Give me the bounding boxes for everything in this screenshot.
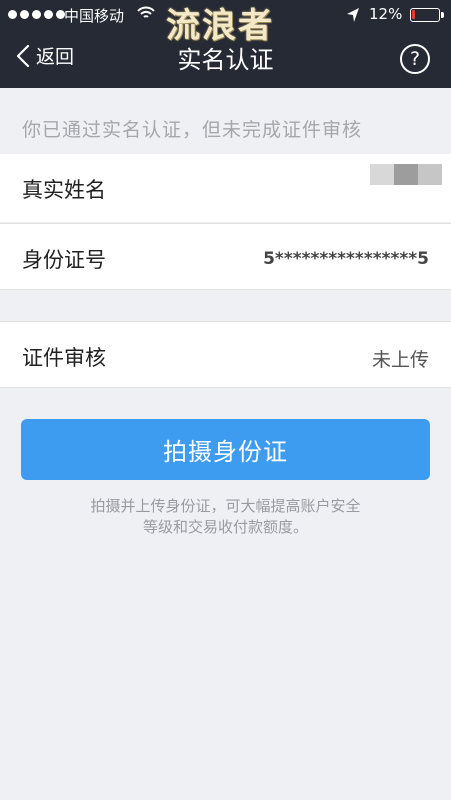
back-label: 返回 bbox=[36, 46, 75, 68]
battery-icon bbox=[410, 8, 440, 22]
verification-notice: 你已通过实名认证，但未完成证件审核 bbox=[22, 119, 363, 141]
row-real-name: 真实姓名 bbox=[0, 154, 451, 222]
battery-percent: 12% bbox=[369, 5, 403, 23]
real-name-label: 真实姓名 bbox=[22, 178, 106, 202]
row-document-review[interactable]: 证件审核 未上传 bbox=[0, 321, 451, 388]
document-review-status: 未上传 bbox=[371, 349, 429, 371]
id-number-value: 5****************5 bbox=[263, 249, 429, 269]
real-name-mosaic bbox=[370, 164, 442, 185]
battery-level bbox=[412, 10, 415, 19]
screen: 中国移动 流浪者 12% 返回 实名认证 ? 你已通过实名认证，但未完成证件审核… bbox=[0, 0, 451, 800]
carrier-name: 中国移动 bbox=[64, 7, 125, 25]
location-arrow-icon bbox=[346, 7, 360, 27]
header: 中国移动 流浪者 12% 返回 实名认证 ? bbox=[0, 0, 451, 88]
row-id-number: 身份证号 5****************5 bbox=[0, 223, 451, 290]
id-number-label: 身份证号 bbox=[22, 248, 106, 272]
hint-text-line1: 拍摄并上传身份证，可大幅提高账户安全 bbox=[90, 497, 361, 515]
signal-icon bbox=[8, 10, 65, 19]
back-button[interactable]: 返回 bbox=[16, 42, 74, 69]
status-bar: 中国移动 流浪者 12% bbox=[0, 0, 451, 46]
help-icon[interactable]: ? bbox=[400, 44, 430, 74]
nav-bar: 返回 实名认证 ? bbox=[0, 30, 451, 88]
wifi-icon bbox=[137, 5, 155, 25]
capture-id-button[interactable]: 拍摄身份证 bbox=[21, 419, 430, 480]
hint-text-line2: 等级和交易收付款额度。 bbox=[142, 518, 308, 536]
battery-tip bbox=[441, 12, 444, 18]
back-chevron-icon bbox=[16, 44, 30, 67]
document-review-label: 证件审核 bbox=[22, 346, 106, 370]
